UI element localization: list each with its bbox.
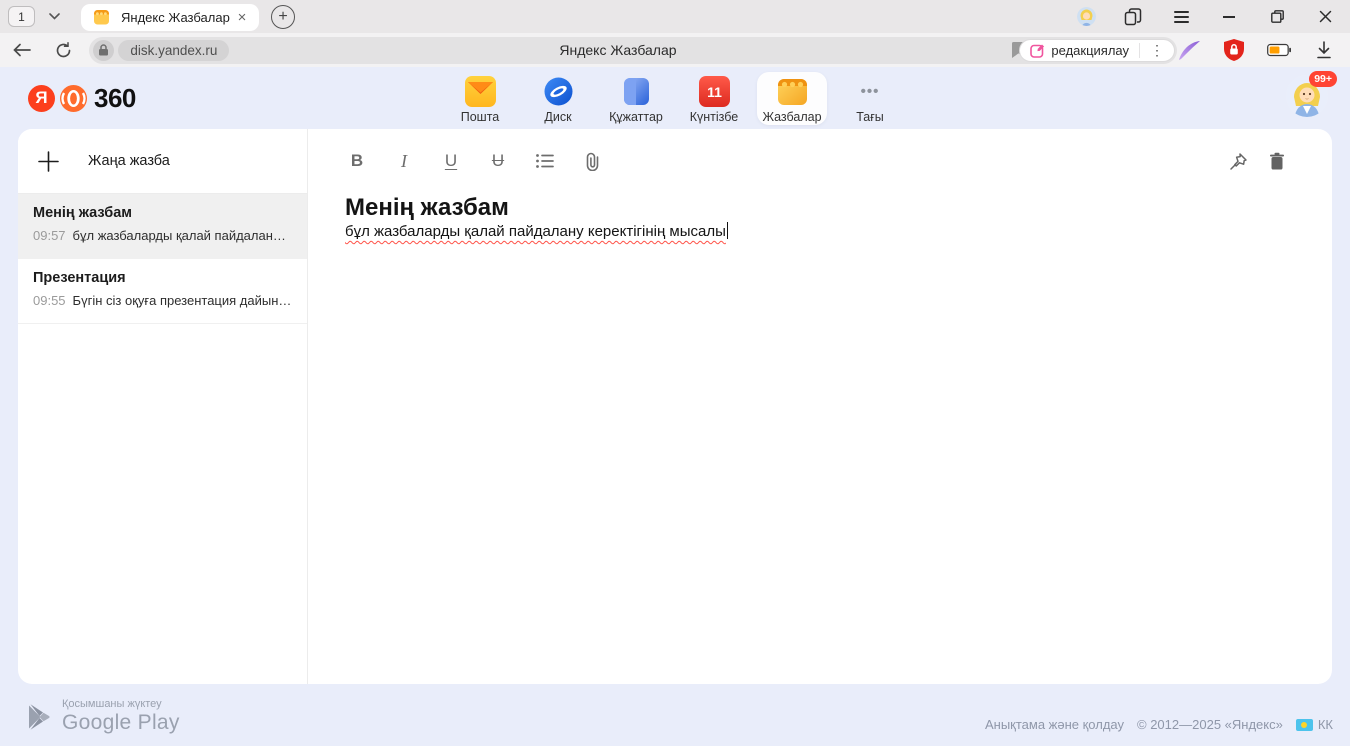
- chevron-down-icon[interactable]: [43, 6, 65, 28]
- editor-toolbar: B I U U: [345, 141, 1289, 181]
- note-editor-body[interactable]: бұл жазбаларды қалай пайдалану керектігі…: [345, 223, 726, 240]
- app-label: Диск: [544, 110, 571, 124]
- back-icon[interactable]: [8, 36, 36, 64]
- google-play-label: Google Play: [62, 711, 180, 735]
- notification-badge: 99+: [1309, 71, 1337, 87]
- more-dots-icon: •••: [855, 76, 886, 107]
- notes-favicon-icon: [93, 9, 110, 26]
- apps-row: Пошта Диск Құжаттар 11: [445, 72, 905, 125]
- copyright-text: © 2012—2025 «Яндекс»: [1137, 717, 1283, 732]
- app-item-mail[interactable]: Пошта: [445, 72, 515, 125]
- adblock-shield-icon[interactable]: [1222, 38, 1246, 62]
- note-preview: бұл жазбаларды қалай пайдалану ке…: [73, 228, 292, 243]
- kazakhstan-flag-icon: [1296, 719, 1313, 731]
- bold-button[interactable]: B: [345, 149, 369, 173]
- browser-tab-bar: 1 Яндекс Жазбалар × +: [0, 0, 1350, 33]
- tab-title: Яндекс Жазбалар: [121, 10, 233, 25]
- 360-logo-text: 360: [94, 83, 136, 114]
- list-icon: [536, 154, 554, 168]
- browser-toolbar: disk.yandex.ru Яндекс Жазбалар редакциял…: [0, 33, 1350, 67]
- calendar-icon: 11: [699, 76, 730, 107]
- note-time: 09:55: [33, 293, 66, 308]
- plus-icon: [38, 151, 59, 172]
- edit-button-label: редакциялау: [1051, 43, 1129, 58]
- text-cursor: [727, 222, 729, 239]
- tab-close-icon[interactable]: ×: [233, 8, 251, 26]
- notes-app-card: Жаңа жазба Менің жазбам 09:57 бұл жазбал…: [18, 129, 1332, 684]
- app-item-documents[interactable]: Құжаттар: [601, 72, 671, 125]
- browser-tab-active[interactable]: Яндекс Жазбалар ×: [81, 4, 259, 31]
- strikethrough-button[interactable]: U: [486, 149, 510, 173]
- svg-text:11: 11: [707, 84, 722, 100]
- 360-mark-icon: [60, 85, 87, 112]
- app-item-disk[interactable]: Диск: [523, 72, 593, 125]
- side-panels-icon[interactable]: [1122, 6, 1144, 28]
- yandex-360-logo[interactable]: Я 360: [28, 83, 136, 114]
- language-switcher[interactable]: КК: [1296, 717, 1333, 732]
- new-note-label: Жаңа жазба: [88, 153, 170, 169]
- yandex-360-page: Я 360 Пошта Диск: [0, 67, 1350, 746]
- note-editor[interactable]: B I U U: [308, 129, 1332, 684]
- kebab-menu-icon[interactable]: ⋮: [1139, 43, 1174, 58]
- note-editor-title[interactable]: Менің жазбам: [345, 194, 1289, 222]
- refresh-icon[interactable]: [50, 36, 78, 64]
- notes-sidebar: Жаңа жазба Менің жазбам 09:57 бұл жазбал…: [18, 129, 308, 684]
- help-link[interactable]: Анықтама және қолдау: [985, 717, 1124, 732]
- browser-profile-avatar[interactable]: [1077, 7, 1096, 26]
- browser-window: 1 Яндекс Жазбалар × +: [0, 0, 1350, 746]
- app-item-more[interactable]: ••• Тағы: [835, 72, 905, 125]
- minimize-icon[interactable]: [1218, 6, 1240, 28]
- note-list-item[interactable]: Презентация 09:55 Бүгін сіз оқуға презен…: [18, 259, 307, 324]
- app-item-notes-active[interactable]: Жазбалар: [757, 72, 827, 125]
- attach-button[interactable]: [580, 149, 604, 173]
- note-title: Презентация: [33, 270, 292, 286]
- close-icon[interactable]: [1314, 6, 1336, 28]
- google-play-icon: [28, 704, 51, 730]
- tab-counter-badge[interactable]: 1: [8, 6, 35, 27]
- edit-icon: [1030, 43, 1045, 58]
- profile-button[interactable]: 99+: [1286, 75, 1328, 117]
- disk-icon: [543, 76, 574, 107]
- italic-button[interactable]: I: [392, 149, 416, 173]
- delete-button[interactable]: [1265, 149, 1289, 173]
- note-preview: Бүгін сіз оқуға презентация дайында…: [73, 293, 292, 308]
- app-label: Пошта: [461, 110, 500, 124]
- bullet-list-button[interactable]: [533, 149, 557, 173]
- new-note-button[interactable]: Жаңа жазба: [18, 129, 307, 194]
- app-label: Тағы: [856, 110, 884, 124]
- menu-icon[interactable]: [1170, 6, 1192, 28]
- paperclip-icon: [584, 152, 601, 171]
- app-item-calendar[interactable]: 11 Күнтізбе: [679, 72, 749, 125]
- download-icon[interactable]: [1312, 38, 1336, 62]
- domain-chip[interactable]: disk.yandex.ru: [118, 40, 229, 61]
- language-code: КК: [1318, 717, 1333, 732]
- google-play-caption: Қосымшаны жүктеу: [62, 698, 180, 710]
- pin-icon: [1229, 152, 1248, 171]
- mail-icon: [465, 76, 496, 107]
- address-bar[interactable]: disk.yandex.ru Яндекс Жазбалар редакциял…: [89, 37, 1177, 64]
- edit-mode-button[interactable]: редакциялау ⋮: [1019, 39, 1175, 62]
- notes-icon: [777, 76, 808, 107]
- pin-button[interactable]: [1226, 149, 1250, 173]
- note-title: Менің жазбам: [33, 205, 292, 221]
- yandex-logo-icon: Я: [28, 85, 55, 112]
- new-tab-button[interactable]: +: [271, 5, 295, 29]
- yandex-360-header: Я 360 Пошта Диск: [0, 67, 1350, 129]
- feather-extension-icon[interactable]: [1177, 38, 1201, 62]
- app-label: Жазбалар: [762, 110, 821, 124]
- note-list-item[interactable]: Менің жазбам 09:57 бұл жазбаларды қалай …: [18, 194, 307, 259]
- lock-icon[interactable]: [93, 40, 114, 61]
- maximize-icon[interactable]: [1266, 6, 1288, 28]
- page-footer: Қосымшаны жүктеу Google Play Анықтама жә…: [0, 684, 1350, 746]
- battery-icon[interactable]: [1267, 38, 1291, 62]
- documents-icon: [621, 76, 652, 107]
- address-page-title: Яндекс Жазбалар: [559, 37, 676, 64]
- app-label: Күнтізбе: [690, 110, 739, 124]
- underline-button[interactable]: U: [439, 149, 463, 173]
- app-label: Құжаттар: [609, 110, 663, 124]
- google-play-badge[interactable]: Қосымшаны жүктеу Google Play: [28, 698, 180, 735]
- trash-icon: [1269, 152, 1285, 170]
- note-time: 09:57: [33, 228, 66, 243]
